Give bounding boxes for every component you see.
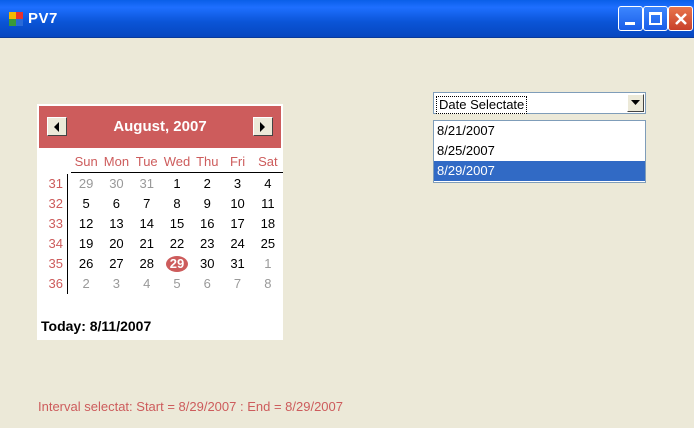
calendar-day[interactable]: 14 <box>132 214 162 234</box>
week-number-column: 31 32 33 34 35 36 <box>37 174 68 294</box>
week-number: 35 <box>48 256 63 271</box>
combo-value: Date Selectate <box>436 96 528 114</box>
window-title: PV7 <box>28 10 58 27</box>
calendar-day-selected[interactable]: 29 <box>162 254 192 274</box>
calendar-day-other-month[interactable]: 3 <box>101 274 131 294</box>
calendar-day-other-month[interactable]: 7 <box>222 274 252 294</box>
minimize-button[interactable] <box>618 6 643 31</box>
calendar-day[interactable]: 18 <box>253 214 283 234</box>
calendar-day-other-month[interactable]: 8 <box>253 274 283 294</box>
close-button[interactable] <box>668 6 693 31</box>
calendar-day[interactable]: 7 <box>132 194 162 214</box>
calendar-day-other-month[interactable]: 1 <box>253 254 283 274</box>
calendar-day[interactable]: 10 <box>222 194 252 214</box>
calendar-day[interactable]: 4 <box>253 174 283 194</box>
previous-month-button[interactable] <box>47 117 67 136</box>
today-label[interactable]: Today: 8/11/2007 <box>41 318 151 334</box>
calendar-day[interactable]: 3 <box>222 174 252 194</box>
combo-dropdown-button[interactable] <box>627 94 644 112</box>
week-number: 33 <box>48 216 63 231</box>
calendar-day-other-month[interactable]: 6 <box>192 274 222 294</box>
weekday-label: Sun <box>74 154 98 169</box>
month-title: August, 2007 <box>113 118 207 135</box>
weekday-label: Wed <box>163 154 191 169</box>
calendar-day[interactable]: 27 <box>101 254 131 274</box>
weekday-label: Sat <box>258 154 278 169</box>
calendar-week-row: 12 13 14 15 16 17 18 <box>71 214 283 234</box>
calendar-week-row: 26 27 28 29 30 31 1 <box>71 254 283 274</box>
calendar-day[interactable]: 2 <box>192 174 222 194</box>
calendar-day[interactable]: 20 <box>101 234 131 254</box>
calendar-day[interactable]: 5 <box>71 194 101 214</box>
app-window: PV7 August, 2007 Sun Mon Tue Wed Thu Fri Sat 3… <box>0 0 694 428</box>
weekday-label: Tue <box>135 154 158 169</box>
weekday-label: Fri <box>229 154 246 169</box>
week-number: 32 <box>48 196 63 211</box>
interval-status-text: Interval selectat: Start = 8/29/2007 : E… <box>38 399 343 414</box>
calendar-day[interactable]: 13 <box>101 214 131 234</box>
title-bar[interactable]: PV7 <box>0 0 694 38</box>
maximize-button[interactable] <box>643 6 668 31</box>
calendar-week-row: 29 30 31 1 2 3 4 <box>71 174 283 194</box>
date-list-item[interactable]: 8/25/2007 <box>434 141 645 161</box>
selected-dates-list[interactable]: 8/21/2007 8/25/2007 8/29/2007 <box>433 120 646 183</box>
calendar-day[interactable]: 19 <box>71 234 101 254</box>
arrow-left-icon <box>54 122 59 132</box>
month-calendar[interactable]: August, 2007 Sun Mon Tue Wed Thu Fri Sat 31 32 3… <box>37 104 283 340</box>
week-number: 36 <box>48 276 63 291</box>
calendar-day-other-month[interactable]: 5 <box>162 274 192 294</box>
calendar-day-other-month[interactable]: 30 <box>101 174 131 194</box>
day-grid: 29 30 31 1 2 3 4 5 6 7 8 9 10 11 12 13 14 15 16 17 18 19 20 21 2… <box>71 174 283 294</box>
calendar-day[interactable]: 9 <box>192 194 222 214</box>
calendar-day-other-month[interactable]: 29 <box>71 174 101 194</box>
calendar-day[interactable]: 8 <box>162 194 192 214</box>
calendar-day[interactable]: 21 <box>132 234 162 254</box>
week-number: 31 <box>48 176 63 191</box>
weekday-label: Thu <box>196 154 219 169</box>
close-icon <box>675 13 687 25</box>
weekday-header-row: Sun Mon Tue Wed Thu Fri Sat <box>71 152 283 173</box>
calendar-week-row: 19 20 21 22 23 24 25 <box>71 234 283 254</box>
calendar-day-other-month[interactable]: 31 <box>132 174 162 194</box>
calendar-day[interactable]: 31 <box>222 254 252 274</box>
week-number: 34 <box>48 236 63 251</box>
chevron-down-icon <box>631 100 640 105</box>
calendar-header: August, 2007 <box>39 106 281 148</box>
calendar-day[interactable]: 22 <box>162 234 192 254</box>
calendar-week-row: 5 6 7 8 9 10 11 <box>71 194 283 214</box>
calendar-day[interactable]: 15 <box>162 214 192 234</box>
calendar-day[interactable]: 24 <box>222 234 252 254</box>
calendar-week-row: 2345678 <box>71 274 283 294</box>
calendar-day[interactable]: 1 <box>162 174 192 194</box>
calendar-day[interactable]: 28 <box>132 254 162 274</box>
calendar-day[interactable]: 11 <box>253 194 283 214</box>
calendar-day[interactable]: 23 <box>192 234 222 254</box>
arrow-right-icon <box>260 122 265 132</box>
app-icon[interactable] <box>9 12 23 26</box>
date-select-combo[interactable]: Date Selectate <box>433 92 646 114</box>
date-list-item[interactable]: 8/21/2007 <box>434 121 645 141</box>
calendar-day[interactable]: 17 <box>222 214 252 234</box>
date-list-item[interactable]: 8/29/2007 <box>434 161 645 181</box>
calendar-day-other-month[interactable]: 4 <box>132 274 162 294</box>
calendar-day[interactable]: 12 <box>71 214 101 234</box>
calendar-day[interactable]: 26 <box>71 254 101 274</box>
calendar-day[interactable]: 25 <box>253 234 283 254</box>
next-month-button[interactable] <box>253 117 273 136</box>
weekday-label: Mon <box>103 154 130 169</box>
calendar-day[interactable]: 16 <box>192 214 222 234</box>
calendar-day-other-month[interactable]: 2 <box>71 274 101 294</box>
selected-day-marker: 29 <box>165 256 188 272</box>
calendar-day[interactable]: 6 <box>101 194 131 214</box>
calendar-day[interactable]: 30 <box>192 254 222 274</box>
